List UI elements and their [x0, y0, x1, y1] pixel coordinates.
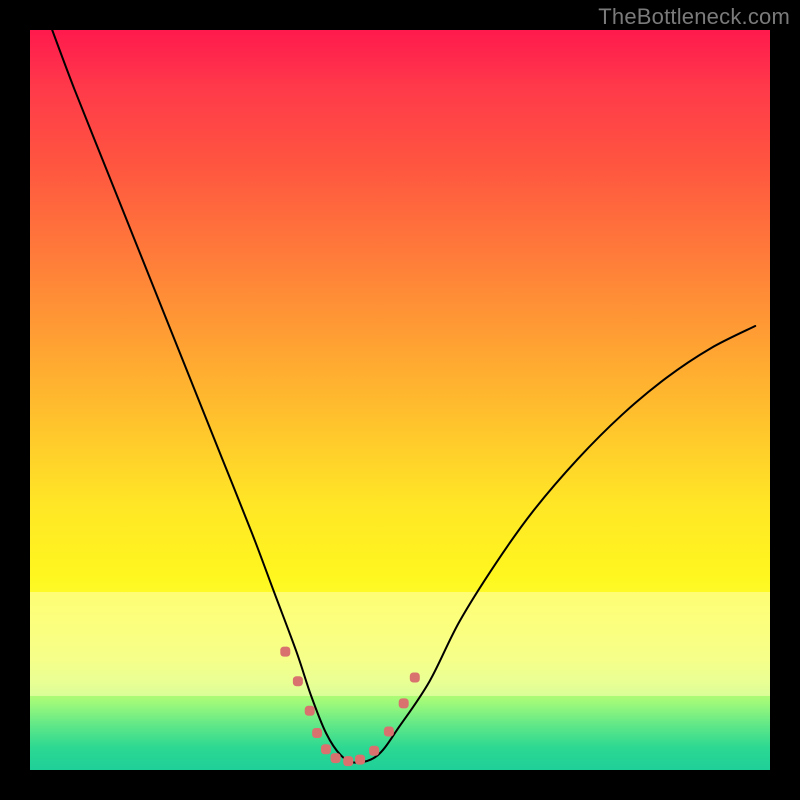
- marker-dot: [410, 673, 420, 683]
- marker-dot: [293, 676, 303, 686]
- marker-dot: [305, 706, 315, 716]
- watermark-text: TheBottleneck.com: [598, 4, 790, 30]
- bottleneck-curve: [52, 30, 755, 763]
- marker-dot: [331, 753, 341, 763]
- marker-dot: [355, 755, 365, 765]
- marker-dot: [280, 647, 290, 657]
- marker-dot: [312, 728, 322, 738]
- plot-area: [30, 30, 770, 770]
- marker-dot: [399, 698, 409, 708]
- chart-stage: TheBottleneck.com: [0, 0, 800, 800]
- marker-dot: [369, 746, 379, 756]
- chart-svg: [30, 30, 770, 770]
- marker-dot: [384, 727, 394, 737]
- marker-dot: [343, 756, 353, 766]
- marker-dot: [321, 744, 331, 754]
